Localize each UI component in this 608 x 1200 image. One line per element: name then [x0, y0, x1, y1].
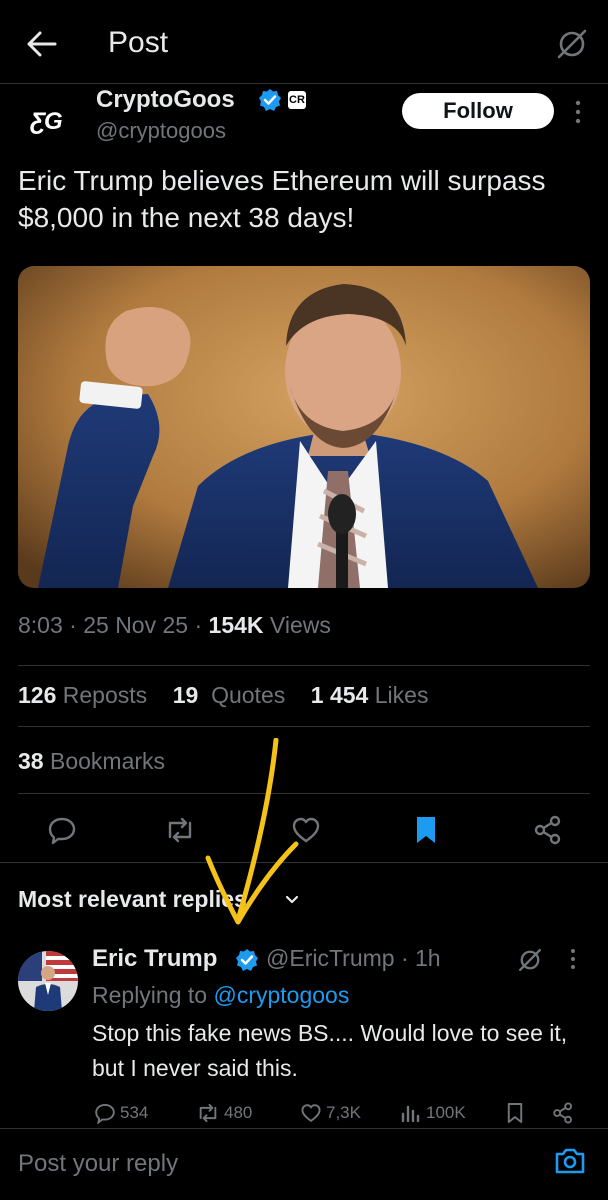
views-icon [400, 1103, 422, 1123]
views-count: 154K [208, 612, 264, 638]
more-icon[interactable] [570, 948, 576, 970]
tweet-text: Eric Trump believes Ethereum will surpas… [18, 165, 546, 233]
grok-icon[interactable] [552, 24, 592, 64]
avatar-logo-text: ƸG [30, 108, 62, 135]
reply-reposts-action[interactable]: 480 [196, 1100, 252, 1126]
bookmark-icon[interactable] [506, 1100, 524, 1126]
tweet-date: 25 Nov 25 [83, 612, 189, 638]
page-title: Post [108, 26, 169, 59]
reply-handle-time: @EricTrump · 1h [266, 945, 441, 971]
reply-icon[interactable] [42, 810, 82, 850]
reply-text: Stop this fake news BS.... Would love to… [92, 1020, 568, 1081]
reply-avatar[interactable] [18, 951, 78, 1011]
back-arrow-icon[interactable] [20, 22, 64, 66]
author-avatar[interactable]: ƸG [18, 94, 74, 150]
reply-icon [94, 1102, 116, 1124]
header-divider [0, 83, 608, 84]
divider [18, 726, 590, 727]
quotes-stat[interactable]: 19 Quotes [173, 682, 286, 708]
repost-icon [196, 1102, 220, 1124]
share-icon[interactable] [552, 1100, 574, 1126]
verified-badge-icon [258, 88, 282, 112]
tweet-photo[interactable] [18, 266, 590, 588]
camera-icon[interactable] [554, 1146, 586, 1176]
bookmark-icon[interactable] [406, 810, 446, 850]
annotation-arrow [200, 738, 320, 938]
divider [18, 665, 590, 666]
affiliate-badge: CR [288, 91, 306, 109]
engagement-stats: 126 Reposts 19 Quotes 1 454 Likes [18, 682, 428, 709]
reply-replies-action[interactable]: 534 [94, 1100, 148, 1126]
replying-to-link[interactable]: @cryptogoos [213, 982, 349, 1008]
grok-icon[interactable] [516, 946, 544, 974]
verified-badge-icon [235, 948, 259, 972]
reply-likes-action[interactable]: 7,3K [300, 1100, 361, 1126]
share-icon[interactable] [528, 810, 568, 850]
replying-to: Replying to @cryptogoos [92, 982, 350, 1008]
reposts-stat[interactable]: 126 Reposts [18, 682, 147, 708]
like-icon [300, 1103, 322, 1123]
likes-stat[interactable]: 1 454 Likes [311, 682, 429, 708]
tweet-time: 8:03 [18, 612, 63, 638]
author-name[interactable]: CryptoGoos [96, 86, 235, 114]
top-bar [0, 0, 608, 84]
follow-button[interactable]: Follow [402, 93, 554, 129]
reply-views-action[interactable]: 100K [400, 1100, 466, 1126]
reply-time: 1h [415, 945, 441, 971]
repost-icon[interactable] [160, 810, 200, 850]
bookmarks-stat[interactable]: 38 Bookmarks [18, 748, 165, 775]
reply-author-name[interactable]: Eric Trump [92, 945, 217, 973]
more-icon[interactable] [568, 98, 588, 126]
tweet-meta: 8:03 · 25 Nov 25 · 154K Views [18, 612, 331, 638]
reply-handle[interactable]: @EricTrump [266, 945, 395, 971]
reply-input[interactable]: Post your reply [18, 1150, 178, 1178]
views-label: Views [269, 612, 331, 638]
author-handle[interactable]: @cryptogoos [96, 118, 226, 144]
